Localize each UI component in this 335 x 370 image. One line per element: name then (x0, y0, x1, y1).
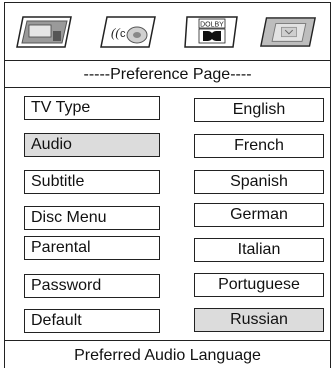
language-option-french[interactable]: French (194, 134, 324, 158)
menu-item-tv-type[interactable]: TV Type (24, 96, 160, 120)
preference-setup-tab[interactable] (259, 15, 317, 49)
svg-text:c: c (120, 28, 126, 40)
status-text: Preferred Audio Language (74, 347, 261, 364)
menu-item-audio[interactable]: Audio (24, 133, 160, 157)
menu-item-subtitle[interactable]: Subtitle (24, 170, 160, 194)
dolby-logo-icon: DOLBY (184, 16, 238, 48)
preference-panel-icon (260, 17, 316, 47)
audio-setup-tab[interactable]: (( c (99, 15, 157, 49)
language-option-russian[interactable]: Russian (194, 308, 324, 332)
language-option-portuguese[interactable]: Portuguese (194, 273, 324, 297)
menu-item-password[interactable]: Password (24, 274, 160, 298)
dolby-setup-tab[interactable]: DOLBY (183, 15, 241, 49)
language-option-german[interactable]: German (194, 203, 324, 227)
status-divider (4, 340, 331, 341)
general-setup-tab[interactable] (15, 15, 73, 49)
svg-text:((: (( (111, 25, 120, 40)
menu-item-disc-menu[interactable]: Disc Menu (24, 206, 160, 230)
setup-tab-bar: (( c DOLBY (4, 2, 331, 61)
speaker-panel-icon (16, 16, 72, 48)
language-option-spanish[interactable]: Spanish (194, 170, 324, 194)
language-option-italian[interactable]: Italian (194, 238, 324, 262)
page-title: -----Preference Page---- (4, 61, 331, 88)
dolby-label: DOLBY (200, 22, 224, 29)
language-option-english[interactable]: English (194, 98, 324, 122)
menu-item-parental[interactable]: Parental (24, 236, 160, 260)
menu-item-default[interactable]: Default (24, 309, 160, 333)
surround-sound-icon: (( c (100, 16, 156, 48)
